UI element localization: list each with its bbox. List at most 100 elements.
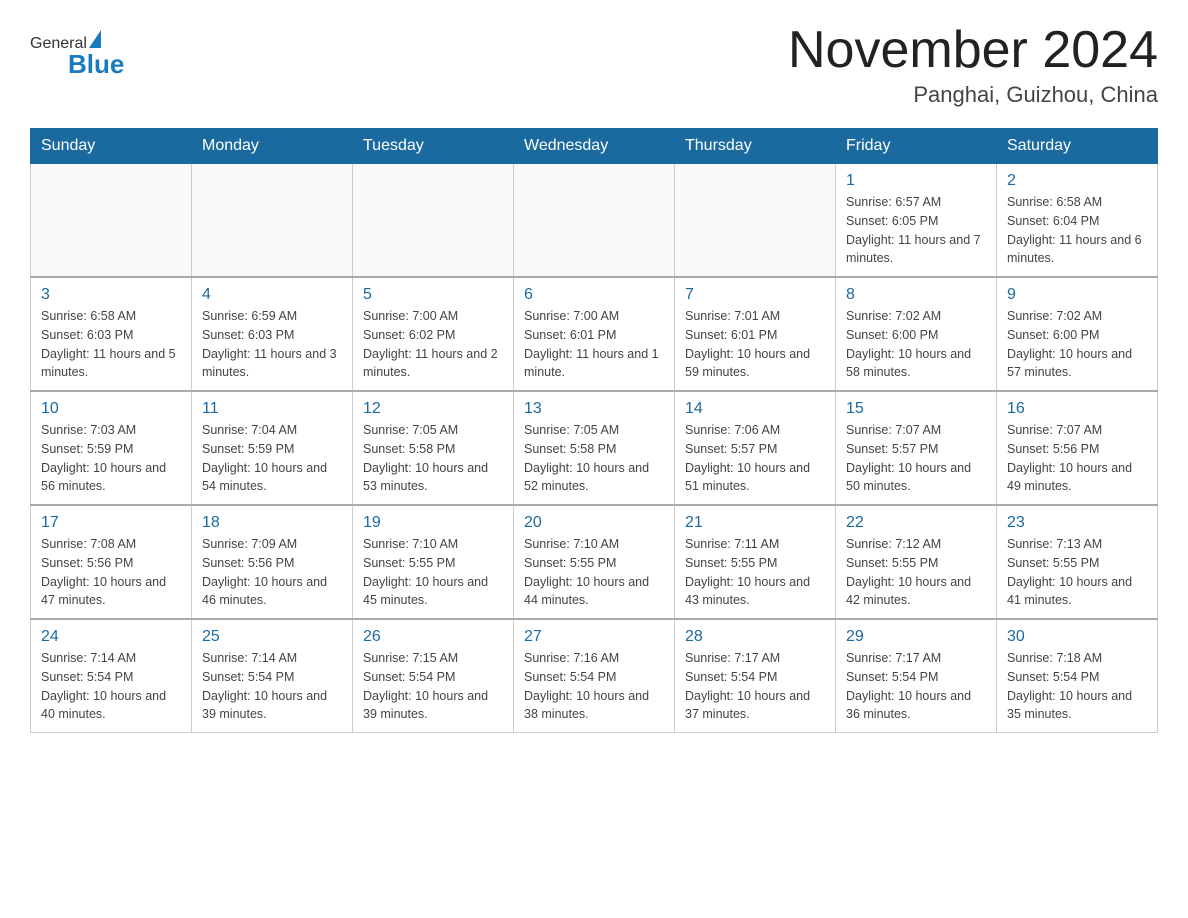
day-number: 12	[363, 400, 503, 418]
day-info: Sunrise: 7:15 AMSunset: 5:54 PMDaylight:…	[363, 649, 503, 724]
week-row-5: 24 Sunrise: 7:14 AMSunset: 5:54 PMDayligh…	[31, 619, 1158, 733]
day-number: 3	[41, 286, 181, 304]
day-number: 15	[846, 400, 986, 418]
weekday-header-tuesday: Tuesday	[353, 129, 514, 164]
day-number: 25	[202, 628, 342, 646]
day-number: 30	[1007, 628, 1147, 646]
day-number: 13	[524, 400, 664, 418]
calendar-cell: 3 Sunrise: 6:58 AMSunset: 6:03 PMDaylight…	[31, 277, 192, 391]
calendar-cell: 28 Sunrise: 7:17 AMSunset: 5:54 PMDayligh…	[675, 619, 836, 733]
calendar-cell: 24Sunrise: 7:14 AMSunset: 5:54 PMDayligh…	[31, 619, 192, 733]
day-number: 11	[202, 400, 342, 418]
calendar-cell	[31, 164, 192, 278]
calendar-cell: 1 Sunrise: 6:57 AMSunset: 6:05 PMDaylight…	[836, 164, 997, 278]
calendar-cell: 13 Sunrise: 7:05 AMSunset: 5:58 PMDayligh…	[514, 391, 675, 505]
day-info: Sunrise: 7:05 AMSunset: 5:58 PMDaylight:…	[524, 421, 664, 496]
day-info: Sunrise: 7:02 AMSunset: 6:00 PMDaylight:…	[846, 307, 986, 382]
calendar-cell: 11 Sunrise: 7:04 AMSunset: 5:59 PMDayligh…	[192, 391, 353, 505]
week-row-2: 3 Sunrise: 6:58 AMSunset: 6:03 PMDaylight…	[31, 277, 1158, 391]
day-number: 8	[846, 286, 986, 304]
day-info: Sunrise: 7:06 AMSunset: 5:57 PMDaylight:…	[685, 421, 825, 496]
logo: General Blue	[30, 30, 124, 80]
calendar-cell	[675, 164, 836, 278]
weekday-header-friday: Friday	[836, 129, 997, 164]
day-info: Sunrise: 7:00 AMSunset: 6:02 PMDaylight:…	[363, 307, 503, 382]
day-number: 26	[363, 628, 503, 646]
calendar-title: November 2024	[788, 20, 1158, 80]
day-info: Sunrise: 7:07 AMSunset: 5:57 PMDaylight:…	[846, 421, 986, 496]
weekday-header-saturday: Saturday	[997, 129, 1158, 164]
page-header: General Blue November 2024 Panghai, Guiz…	[30, 20, 1158, 108]
day-info: Sunrise: 6:57 AMSunset: 6:05 PMDaylight:…	[846, 193, 986, 268]
day-number: 9	[1007, 286, 1147, 304]
day-number: 19	[363, 514, 503, 532]
calendar-cell: 23Sunrise: 7:13 AMSunset: 5:55 PMDayligh…	[997, 505, 1158, 619]
day-info: Sunrise: 7:12 AMSunset: 5:55 PMDaylight:…	[846, 535, 986, 610]
logo-blue-text: Blue	[68, 49, 124, 80]
day-info: Sunrise: 7:17 AMSunset: 5:54 PMDaylight:…	[846, 649, 986, 724]
day-number: 1	[846, 172, 986, 190]
calendar-cell: 2Sunrise: 6:58 AMSunset: 6:04 PMDaylight…	[997, 164, 1158, 278]
day-info: Sunrise: 7:17 AMSunset: 5:54 PMDaylight:…	[685, 649, 825, 724]
day-number: 20	[524, 514, 664, 532]
calendar-cell: 19 Sunrise: 7:10 AMSunset: 5:55 PMDayligh…	[353, 505, 514, 619]
day-number: 10	[41, 400, 181, 418]
day-info: Sunrise: 7:05 AMSunset: 5:58 PMDaylight:…	[363, 421, 503, 496]
day-info: Sunrise: 7:11 AMSunset: 5:55 PMDaylight:…	[685, 535, 825, 610]
calendar-cell: 9Sunrise: 7:02 AMSunset: 6:00 PMDaylight…	[997, 277, 1158, 391]
day-number: 5	[363, 286, 503, 304]
week-row-3: 10 Sunrise: 7:03 AMSunset: 5:59 PMDayligh…	[31, 391, 1158, 505]
calendar-cell: 6Sunrise: 7:00 AMSunset: 6:01 PMDaylight…	[514, 277, 675, 391]
calendar-cell	[514, 164, 675, 278]
week-row-4: 17Sunrise: 7:08 AMSunset: 5:56 PMDayligh…	[31, 505, 1158, 619]
week-row-1: 1 Sunrise: 6:57 AMSunset: 6:05 PMDaylight…	[31, 164, 1158, 278]
calendar-cell: 17Sunrise: 7:08 AMSunset: 5:56 PMDayligh…	[31, 505, 192, 619]
calendar-cell: 18Sunrise: 7:09 AMSunset: 5:56 PMDayligh…	[192, 505, 353, 619]
day-number: 22	[846, 514, 986, 532]
day-info: Sunrise: 7:13 AMSunset: 5:55 PMDaylight:…	[1007, 535, 1147, 610]
day-number: 21	[685, 514, 825, 532]
weekday-header-row: SundayMondayTuesdayWednesdayThursdayFrid…	[31, 129, 1158, 164]
weekday-header-thursday: Thursday	[675, 129, 836, 164]
calendar-cell: 8 Sunrise: 7:02 AMSunset: 6:00 PMDaylight…	[836, 277, 997, 391]
day-number: 24	[41, 628, 181, 646]
day-info: Sunrise: 7:14 AMSunset: 5:54 PMDaylight:…	[202, 649, 342, 724]
weekday-header-monday: Monday	[192, 129, 353, 164]
day-number: 28	[685, 628, 825, 646]
day-number: 29	[846, 628, 986, 646]
calendar-cell	[192, 164, 353, 278]
calendar-cell: 27Sunrise: 7:16 AMSunset: 5:54 PMDayligh…	[514, 619, 675, 733]
day-number: 16	[1007, 400, 1147, 418]
calendar-cell: 30 Sunrise: 7:18 AMSunset: 5:54 PMDayligh…	[997, 619, 1158, 733]
calendar-cell	[353, 164, 514, 278]
day-info: Sunrise: 7:10 AMSunset: 5:55 PMDaylight:…	[363, 535, 503, 610]
day-number: 27	[524, 628, 664, 646]
day-info: Sunrise: 7:03 AMSunset: 5:59 PMDaylight:…	[41, 421, 181, 496]
calendar-cell: 29 Sunrise: 7:17 AMSunset: 5:54 PMDayligh…	[836, 619, 997, 733]
calendar-table: SundayMondayTuesdayWednesdayThursdayFrid…	[30, 128, 1158, 733]
calendar-subtitle: Panghai, Guizhou, China	[788, 82, 1158, 108]
calendar-cell: 21 Sunrise: 7:11 AMSunset: 5:55 PMDayligh…	[675, 505, 836, 619]
day-info: Sunrise: 6:59 AMSunset: 6:03 PMDaylight:…	[202, 307, 342, 382]
day-info: Sunrise: 7:08 AMSunset: 5:56 PMDaylight:…	[41, 535, 181, 610]
day-number: 7	[685, 286, 825, 304]
calendar-cell: 15 Sunrise: 7:07 AMSunset: 5:57 PMDayligh…	[836, 391, 997, 505]
day-info: Sunrise: 7:04 AMSunset: 5:59 PMDaylight:…	[202, 421, 342, 496]
day-info: Sunrise: 7:07 AMSunset: 5:56 PMDaylight:…	[1007, 421, 1147, 496]
day-info: Sunrise: 6:58 AMSunset: 6:03 PMDaylight:…	[41, 307, 181, 382]
calendar-cell: 5 Sunrise: 7:00 AMSunset: 6:02 PMDaylight…	[353, 277, 514, 391]
calendar-cell: 20Sunrise: 7:10 AMSunset: 5:55 PMDayligh…	[514, 505, 675, 619]
calendar-cell: 10 Sunrise: 7:03 AMSunset: 5:59 PMDayligh…	[31, 391, 192, 505]
day-info: Sunrise: 7:01 AMSunset: 6:01 PMDaylight:…	[685, 307, 825, 382]
logo-triangle-icon	[89, 30, 101, 48]
calendar-cell: 7 Sunrise: 7:01 AMSunset: 6:01 PMDaylight…	[675, 277, 836, 391]
day-info: Sunrise: 7:18 AMSunset: 5:54 PMDaylight:…	[1007, 649, 1147, 724]
weekday-header-wednesday: Wednesday	[514, 129, 675, 164]
day-number: 2	[1007, 172, 1147, 190]
calendar-cell: 22 Sunrise: 7:12 AMSunset: 5:55 PMDayligh…	[836, 505, 997, 619]
day-info: Sunrise: 7:00 AMSunset: 6:01 PMDaylight:…	[524, 307, 664, 382]
calendar-cell: 26 Sunrise: 7:15 AMSunset: 5:54 PMDayligh…	[353, 619, 514, 733]
day-info: Sunrise: 7:09 AMSunset: 5:56 PMDaylight:…	[202, 535, 342, 610]
title-block: November 2024 Panghai, Guizhou, China	[788, 20, 1158, 108]
day-number: 14	[685, 400, 825, 418]
